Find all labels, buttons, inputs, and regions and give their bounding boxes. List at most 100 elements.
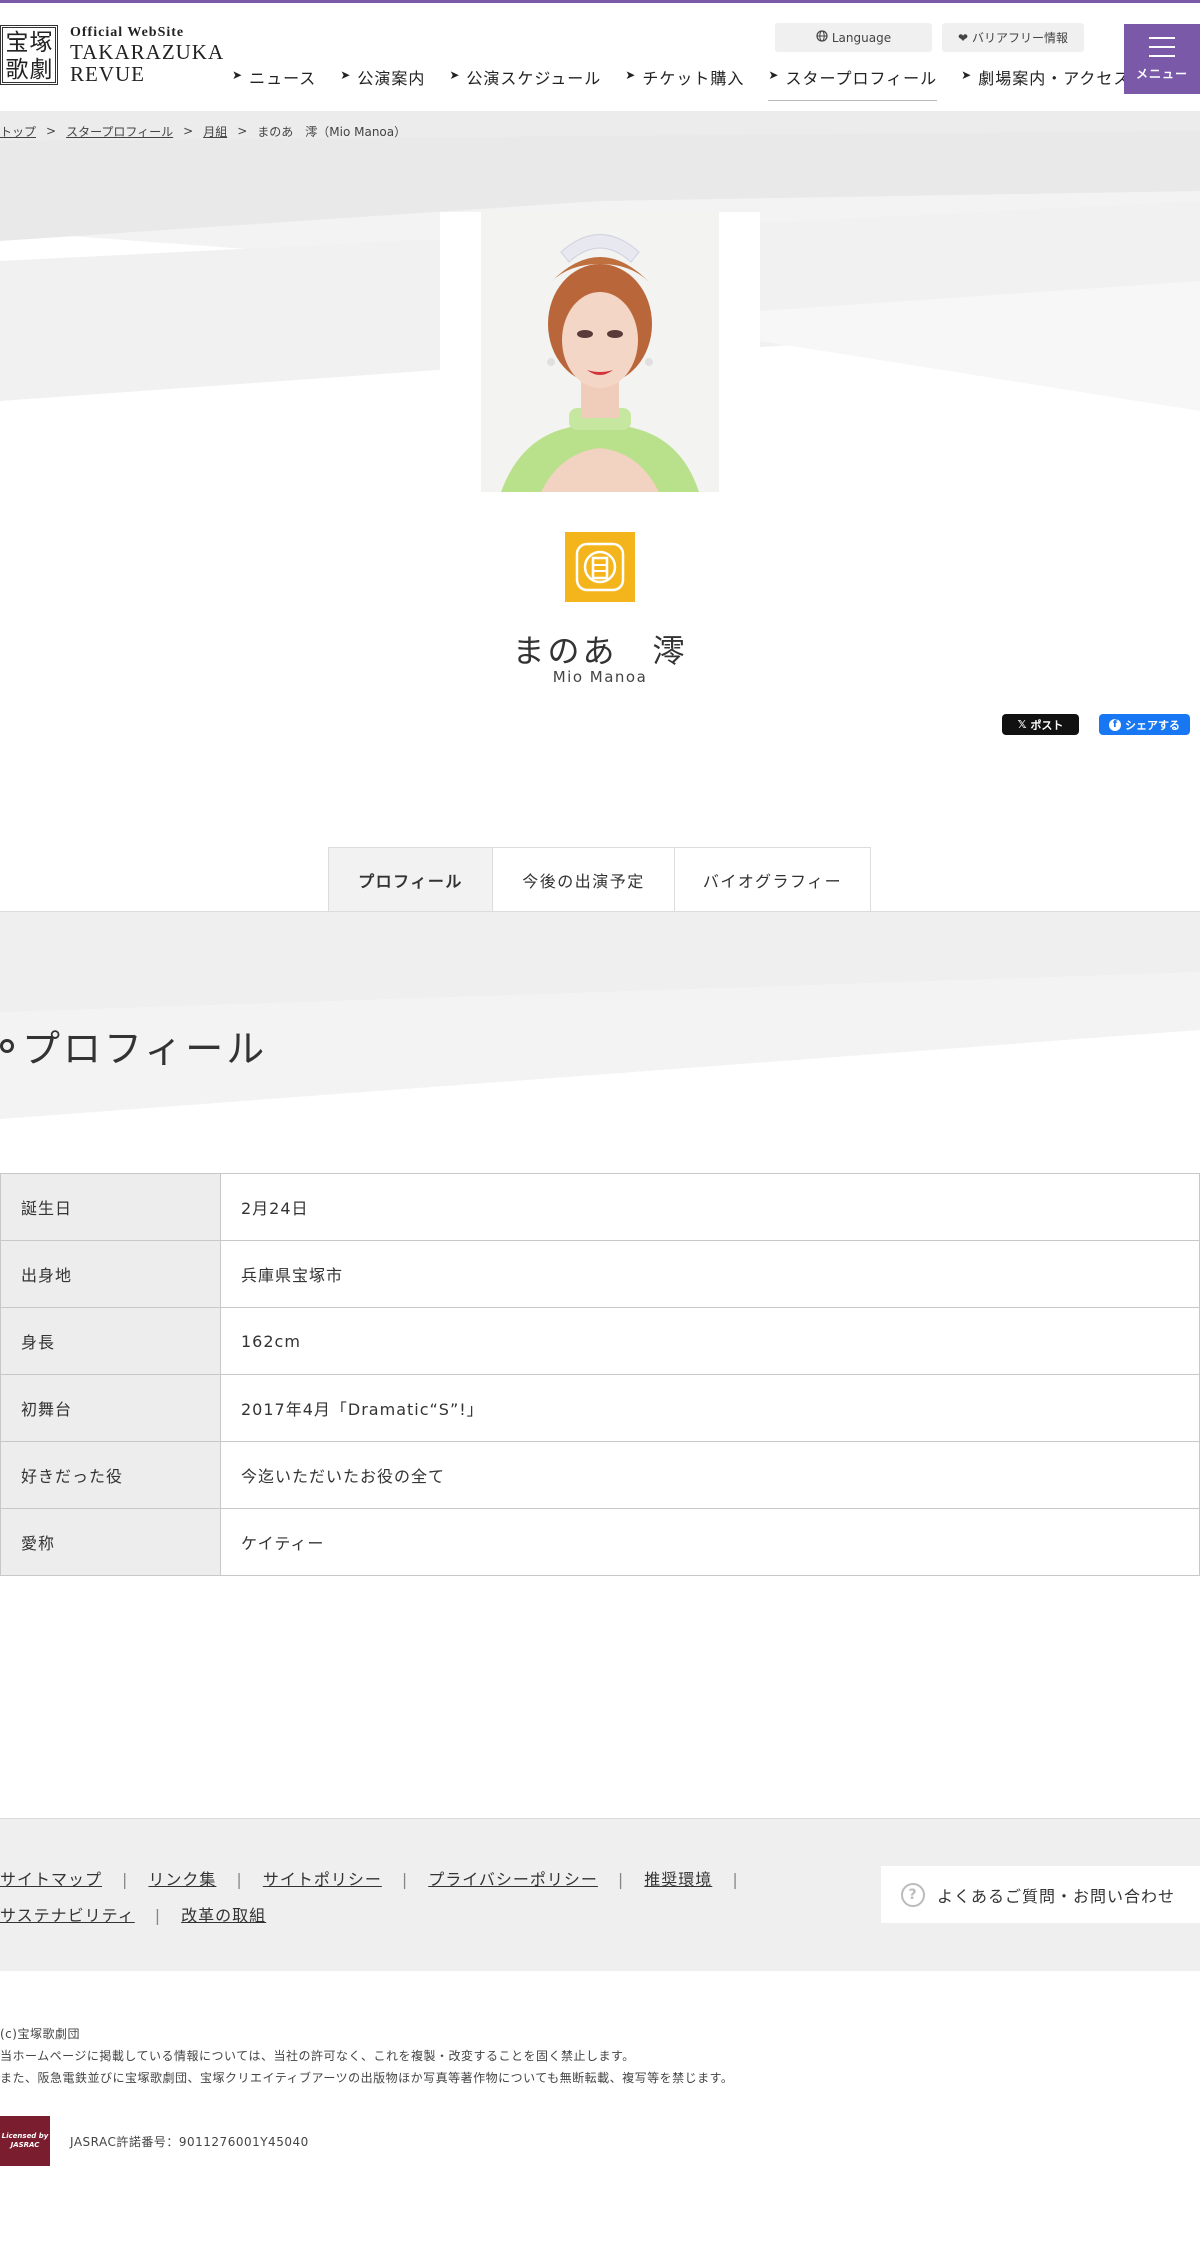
profile-label: 出身地 — [0, 1240, 221, 1308]
faq-contact-button[interactable]: ? よくあるご質問・お問い合わせ — [881, 1866, 1200, 1923]
nav-item-schedule[interactable]: ➤ 公演スケジュール — [449, 65, 601, 101]
table-row: 身長 162cm — [0, 1307, 1200, 1375]
footer-link-sustainability[interactable]: サステナビリティ — [0, 1906, 135, 1925]
x-post-label: ポスト — [1030, 718, 1064, 732]
breadcrumb-star-profile[interactable]: スタープロフィール — [66, 123, 173, 140]
star-name-english: Mio Manoa — [552, 668, 648, 686]
profile-label: 好きだった役 — [0, 1441, 221, 1509]
heart-icon: ❤ — [957, 30, 969, 45]
tab-biography[interactable]: バイオグラフィー — [674, 847, 871, 912]
nav-label: チケット購入 — [642, 69, 745, 88]
jasrac-logo-text: Licensed by JASRAC — [1, 2132, 49, 2149]
tab-profile[interactable]: プロフィール — [328, 847, 492, 912]
chevron-right-icon: ➤ — [449, 68, 461, 82]
breadcrumb-separator: > — [237, 124, 248, 138]
table-row: 愛称 ケイティー — [0, 1508, 1200, 1576]
x-icon: 𝕏 — [1017, 718, 1027, 731]
profile-value: ケイティー — [220, 1508, 1200, 1576]
breadcrumb-separator: > — [183, 124, 194, 138]
copyright-notice: 当ホームページに掲載している情報については、当社の許可なく、これを複製・改変する… — [0, 2049, 635, 2063]
language-button[interactable]: Language — [775, 23, 932, 52]
nav-item-star-profile[interactable]: ➤ スタープロフィール — [768, 65, 938, 101]
profile-value: 2017年4月「Dramatic“S”!」 — [220, 1374, 1200, 1442]
table-row: 初舞台 2017年4月「Dramatic“S”!」 — [0, 1374, 1200, 1442]
footer-link-links[interactable]: リンク集 — [148, 1870, 216, 1889]
breadcrumb-top[interactable]: トップ — [0, 123, 36, 140]
chevron-right-icon: ➤ — [340, 68, 352, 82]
nav-item-performances[interactable]: ➤ 公演案内 — [340, 65, 425, 101]
site-header: 宝 塚 歌 劇 Official WebSite TAKARAZUKA REVU… — [0, 3, 1200, 111]
facebook-share-label: シェアする — [1125, 718, 1180, 732]
footer-links-row: サステナビリティ | 改革の取組 — [0, 1898, 760, 1934]
nav-item-theater-access[interactable]: ➤ 劇場案内・アクセス — [961, 65, 1130, 101]
footer-link-sitemap[interactable]: サイトマップ — [0, 1870, 102, 1889]
hamburger-icon — [1149, 36, 1175, 57]
profile-label: 身長 — [0, 1307, 221, 1375]
breadcrumb-troupe[interactable]: 月組 — [203, 123, 227, 140]
nav-label: 公演スケジュール — [466, 69, 602, 88]
logo-kanji: 歌 — [5, 57, 29, 83]
star-portrait-photo — [481, 212, 719, 492]
footer-link-privacy-policy[interactable]: プライバシーポリシー — [428, 1870, 598, 1889]
nav-label: 劇場案内・アクセス — [978, 69, 1131, 88]
breadcrumb-separator: > — [46, 124, 57, 138]
question-icon: ? — [901, 1882, 925, 1907]
globe-icon — [816, 30, 828, 45]
nav-item-news[interactable]: ➤ ニュース — [232, 65, 316, 101]
profile-value: 兵庫県宝塚市 — [220, 1240, 1200, 1308]
profile-tabs: プロフィール 今後の出演予定 バイオグラフィー — [328, 847, 871, 912]
chevron-right-icon: ➤ — [768, 68, 780, 82]
nav-label: ニュース — [249, 69, 317, 88]
logo-kanji: 劇 — [29, 57, 53, 83]
chevron-right-icon: ➤ — [961, 68, 973, 82]
nav-item-tickets[interactable]: ➤ チケット購入 — [625, 65, 744, 101]
profile-label: 愛称 — [0, 1508, 221, 1576]
profile-label: 誕生日 — [0, 1173, 221, 1241]
moon-troupe-emblem-icon — [565, 532, 635, 602]
barrier-free-button[interactable]: ❤ バリアフリー情報 — [942, 23, 1084, 52]
facebook-icon: f — [1109, 718, 1121, 731]
section-title-text: プロフィール — [22, 1027, 268, 1071]
nav-label: スタープロフィール — [785, 69, 938, 88]
facebook-share-button[interactable]: f シェアする — [1099, 714, 1190, 735]
footer-divider: | — [617, 1870, 625, 1889]
profile-value: 2月24日 — [220, 1173, 1200, 1241]
copyright-block: (c)宝塚歌劇団 当ホームページに掲載している情報については、当社の許可なく、こ… — [0, 2023, 733, 2089]
site-logo[interactable]: 宝 塚 歌 劇 Official WebSite TAKARAZUKA REVU… — [0, 25, 224, 85]
star-name-japanese: まのあ 澪 — [512, 632, 688, 670]
breadcrumb-current: まのあ 澪（Mio Manoa） — [257, 124, 407, 139]
footer-link-site-policy[interactable]: サイトポリシー — [263, 1870, 382, 1889]
footer-divider: | — [236, 1870, 243, 1889]
logo-official: Official WebSite — [70, 25, 185, 40]
circle-bullet-icon — [0, 1038, 14, 1053]
logo-kanji: 宝 — [5, 30, 29, 56]
logo-kanji: 塚 — [29, 30, 53, 56]
nav-label: 公演案内 — [357, 69, 426, 88]
footer-link-recommended-env[interactable]: 推奨環境 — [644, 1870, 712, 1889]
chevron-right-icon: ➤ — [232, 68, 244, 82]
footer-link-reform[interactable]: 改革の取組 — [181, 1906, 266, 1925]
profile-value: 今迄いただいたお役の全て — [220, 1441, 1200, 1509]
table-row: 好きだった役 今迄いただいたお役の全て — [0, 1441, 1200, 1509]
profile-label: 初舞台 — [0, 1374, 221, 1442]
chevron-right-icon: ➤ — [625, 68, 637, 82]
logo-seal: 宝 塚 歌 劇 — [0, 25, 58, 85]
table-row: 出身地 兵庫県宝塚市 — [0, 1240, 1200, 1308]
table-row: 誕生日 2月24日 — [0, 1173, 1200, 1241]
menu-button[interactable]: メニュー — [1124, 24, 1200, 94]
breadcrumb: トップ > スタープロフィール > 月組 > まのあ 澪（Mio Manoa） — [0, 118, 406, 144]
x-post-button[interactable]: 𝕏 ポスト — [1002, 714, 1079, 735]
logo-line2: REVUE — [70, 62, 145, 86]
language-label: Language — [831, 30, 892, 45]
footer-divider: | — [732, 1870, 739, 1889]
footer-links-row: サイトマップ | リンク集 | サイトポリシー | プライバシーポリシー | 推奨環境 | — [0, 1862, 760, 1898]
faq-label: よくあるご質問・お問い合わせ — [937, 1886, 1176, 1906]
copyright-notice: また、阪急電鉄並びに宝塚歌劇団、宝塚クリエイティブアーツの出版物ほか写真等著作物… — [0, 2071, 734, 2085]
logo-text: Official WebSite TAKARAZUKA REVUE — [70, 25, 224, 85]
footer-divider: | — [154, 1906, 162, 1925]
global-nav: ➤ ニュース ➤ 公演案内 ➤ 公演スケジュール ➤ チケット購入 ➤ スタープロフィール… — [232, 65, 1154, 101]
footer-divider: | — [122, 1870, 129, 1889]
barrier-free-label: バリアフリー情報 — [972, 31, 1069, 45]
profile-table: 誕生日 2月24日 出身地 兵庫県宝塚市 身長 162cm 初舞台 2017年4… — [0, 1173, 1200, 1576]
tab-upcoming-performances[interactable]: 今後の出演予定 — [492, 847, 674, 912]
